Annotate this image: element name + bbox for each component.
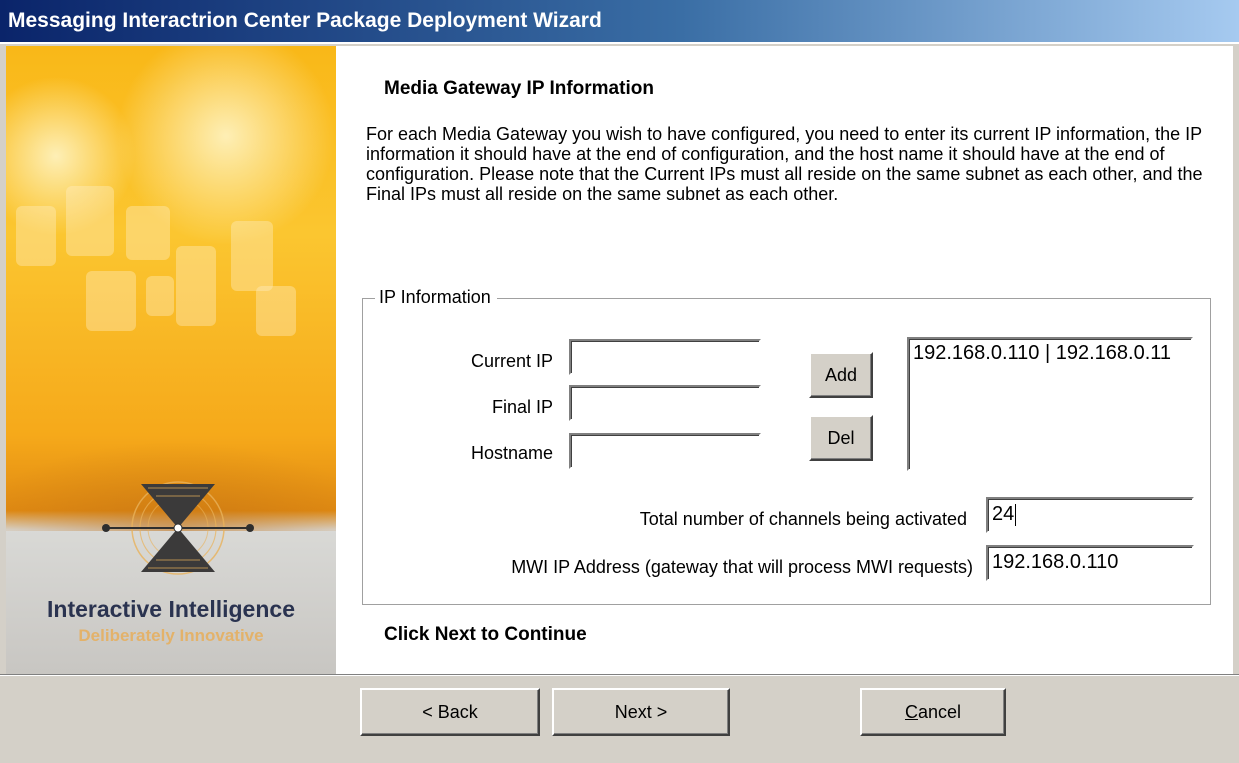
current-ip-label: Current IP xyxy=(470,351,553,371)
wizard-content: Media Gateway IP Information For each Me… xyxy=(336,46,1233,674)
continue-hint: Click Next to Continue xyxy=(384,624,587,645)
text-caret xyxy=(1015,503,1017,526)
branding-panel: Interactive Intelligence Deliberately In… xyxy=(6,46,336,674)
hostname-label: Hostname xyxy=(470,443,553,463)
del-button[interactable]: Del xyxy=(809,415,873,461)
gateway-list[interactable]: 192.168.0.110 | 192.168.0.11 xyxy=(907,337,1193,471)
page-title: Media Gateway IP Information xyxy=(384,78,654,99)
mwi-ip-input[interactable]: 192.168.0.110 xyxy=(986,545,1194,581)
channels-input[interactable]: 24 xyxy=(986,497,1194,533)
company-tagline: Deliberately Innovative xyxy=(78,626,264,645)
cancel-button[interactable]: Cancel xyxy=(860,688,1006,736)
channels-value: 24 xyxy=(992,503,1015,525)
channels-label: Total number of channels being activated xyxy=(639,509,967,529)
title-bar[interactable]: Messaging Interactrion Center Package De… xyxy=(0,0,1239,44)
company-name: Interactive Intelligence xyxy=(47,596,295,622)
next-button[interactable]: Next > xyxy=(552,688,730,736)
page-description: For each Media Gateway you wish to have … xyxy=(366,124,1203,204)
mwi-ip-label: MWI IP Address (gateway that will proces… xyxy=(511,557,973,577)
back-button[interactable]: < Back xyxy=(360,688,540,736)
footer-divider xyxy=(0,674,1239,676)
interactive-intelligence-logo-icon xyxy=(102,481,254,575)
cancel-mnemonic: C xyxy=(904,701,918,722)
add-button[interactable]: Add xyxy=(809,352,873,398)
hostname-input[interactable] xyxy=(569,433,761,469)
window-title: Messaging Interactrion Center Package De… xyxy=(8,9,602,32)
final-ip-input[interactable] xyxy=(569,385,761,421)
cancel-label: ancel xyxy=(917,701,962,722)
current-ip-input[interactable] xyxy=(569,339,761,375)
ip-information-legend: IP Information xyxy=(375,287,497,308)
ip-information-group: IP Information Current IP Final IP Hostn… xyxy=(362,287,1211,605)
final-ip-label: Final IP xyxy=(491,397,553,417)
list-item[interactable]: 192.168.0.110 | 192.168.0.11 xyxy=(909,339,1191,368)
